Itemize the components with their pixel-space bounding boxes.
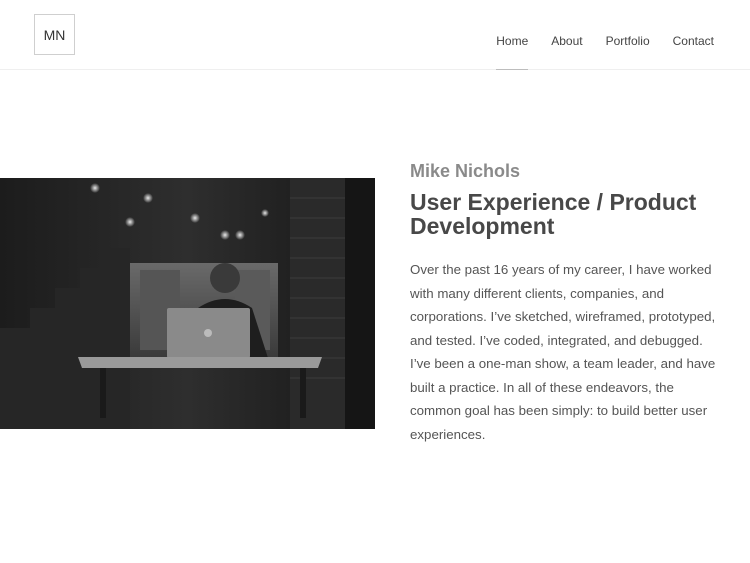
- nav-portfolio[interactable]: Portfolio: [606, 34, 650, 48]
- person-title: User Experience / Product Development: [410, 189, 697, 239]
- site-header: MN Home About Portfolio Contact: [0, 0, 750, 70]
- main-nav: Home About Portfolio Contact: [496, 34, 714, 70]
- person-name: Mike Nichols: [410, 161, 521, 181]
- intro-section: Mike Nichols User Experience / Product D…: [410, 160, 720, 446]
- logo[interactable]: MN: [34, 14, 75, 55]
- nav-about[interactable]: About: [551, 34, 582, 48]
- hero-photo: [0, 178, 375, 429]
- nav-contact[interactable]: Contact: [673, 34, 714, 48]
- bio-paragraph: Over the past 16 years of my career, I h…: [410, 262, 716, 442]
- nav-home[interactable]: Home: [496, 34, 529, 70]
